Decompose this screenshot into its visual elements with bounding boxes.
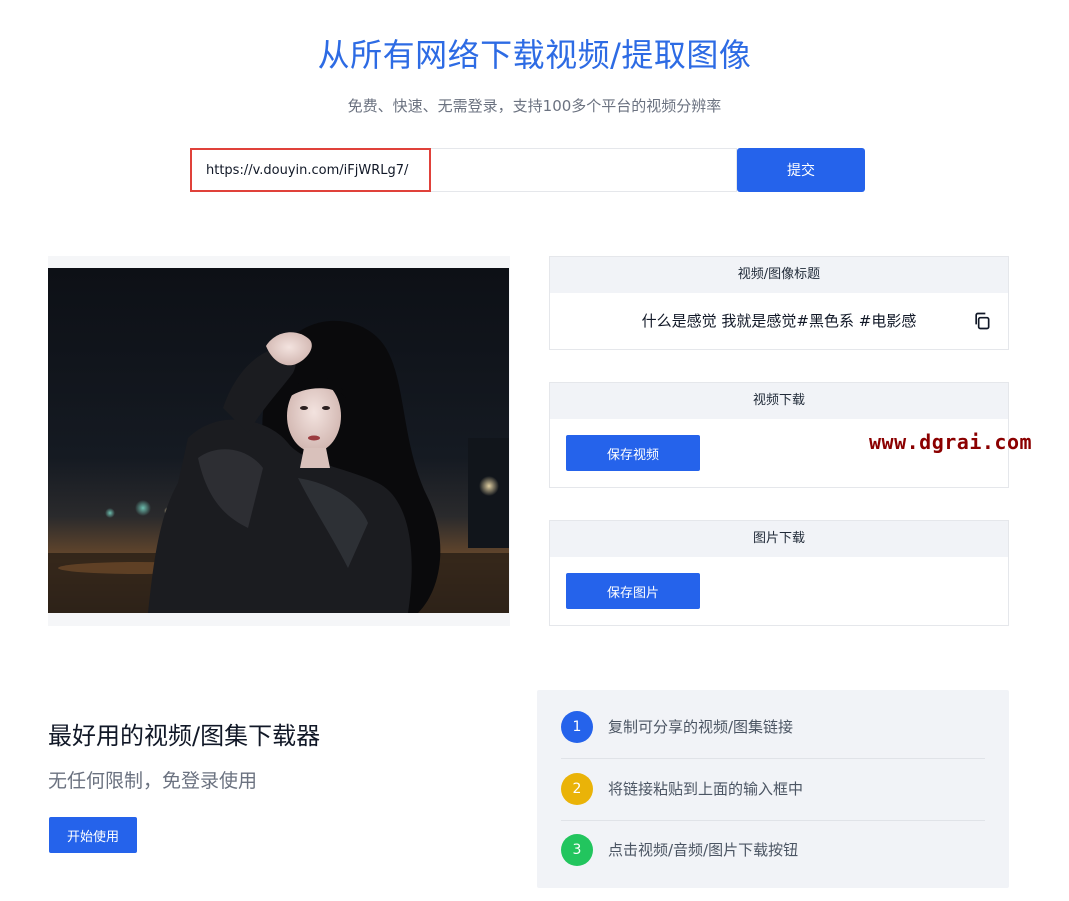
step-number-badge: 1 — [561, 711, 593, 743]
step-item: 3 点击视频/音频/图片下载按钮 — [561, 820, 985, 881]
watermark-text: www.dgrai.com — [869, 430, 1033, 454]
title-card: 视频/图像标题 什么是感觉 我就是感觉#黑色系 #电影感 — [549, 256, 1009, 350]
page-subtitle: 免费、快速、无需登录，支持100多个平台的视频分辨率 — [347, 97, 722, 115]
title-card-body: 什么是感觉 我就是感觉#黑色系 #电影感 — [550, 293, 1008, 349]
step-text: 点击视频/音频/图片下载按钮 — [608, 841, 799, 859]
title-card-header: 视频/图像标题 — [550, 257, 1008, 293]
start-button[interactable]: 开始使用 — [49, 817, 137, 853]
video-card-header: 视频下载 — [550, 383, 1008, 419]
media-preview-image[interactable] — [48, 268, 509, 613]
step-number-badge: 3 — [561, 834, 593, 866]
url-input[interactable] — [191, 148, 737, 192]
step-text: 将链接粘贴到上面的输入框中 — [608, 780, 804, 798]
image-card-header: 图片下载 — [550, 521, 1008, 557]
copy-icon[interactable] — [972, 311, 992, 331]
media-title-text: 什么是感觉 我就是感觉#黑色系 #电影感 — [641, 312, 917, 330]
step-text: 复制可分享的视频/图集链接 — [608, 718, 794, 736]
steps-panel: 1 复制可分享的视频/图集链接 2 将链接粘贴到上面的输入框中 3 点击视频/音… — [537, 690, 1009, 888]
page-title: 从所有网络下载视频/提取图像 — [317, 36, 752, 74]
step-item: 2 将链接粘贴到上面的输入框中 — [561, 759, 985, 821]
step-item: 1 复制可分享的视频/图集链接 — [561, 697, 985, 759]
image-download-card: 图片下载 保存图片 — [549, 520, 1009, 626]
media-preview-panel — [48, 256, 510, 626]
submit-button[interactable]: 提交 — [737, 148, 865, 192]
promo-title: 最好用的视频/图集下载器 — [48, 722, 321, 750]
promo-subtitle: 无任何限制，免登录使用 — [48, 770, 258, 792]
save-image-button[interactable]: 保存图片 — [566, 573, 700, 609]
step-number-badge: 2 — [561, 773, 593, 805]
save-video-button[interactable]: 保存视频 — [566, 435, 700, 471]
